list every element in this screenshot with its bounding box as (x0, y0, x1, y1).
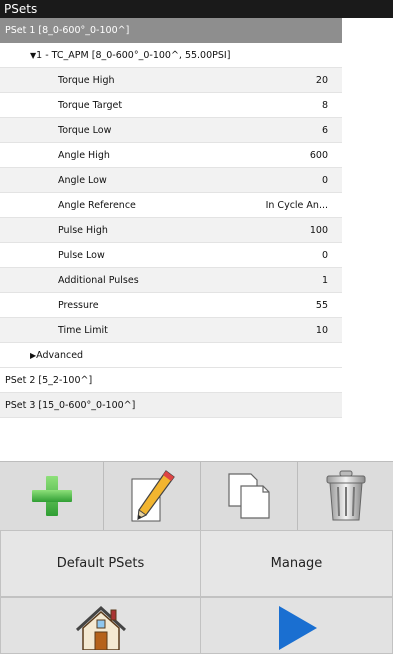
pset-label: PSet 1 [8_0-600°_0-100^] (5, 25, 130, 36)
param-row[interactable]: Time Limit 10 (0, 318, 342, 343)
pencil-icon (131, 470, 175, 522)
param-label: Torque High (58, 75, 115, 86)
param-row[interactable]: Torque Low 6 (0, 118, 342, 143)
param-value: 0 (321, 175, 328, 186)
manage-label: Manage (270, 556, 323, 571)
param-row[interactable]: Torque Target 8 (0, 93, 342, 118)
param-row[interactable]: Torque High 20 (0, 68, 342, 93)
param-value: In Cycle An... (265, 200, 328, 211)
advanced-row[interactable]: ▶Advanced (0, 343, 342, 368)
default-psets-button[interactable]: Default PSets (0, 530, 201, 597)
play-icon (278, 605, 317, 650)
param-label: Angle Low (58, 175, 107, 186)
pset-row-2[interactable]: PSet 2 [5_2-100^] (0, 368, 342, 393)
param-row[interactable]: Angle Low 0 (0, 168, 342, 193)
param-value: 6 (321, 125, 328, 136)
plus-icon (31, 476, 72, 516)
param-value: 55 (315, 300, 328, 311)
pset-label: PSet 3 [15_0-600°_0-100^] (5, 400, 136, 411)
pset-label: PSet 2 [5_2-100^] (5, 375, 93, 386)
param-row[interactable]: Pressure 55 (0, 293, 342, 318)
param-value: 100 (309, 225, 328, 236)
param-label: Time Limit (58, 325, 108, 336)
play-button[interactable] (200, 597, 393, 654)
delete-pset-button[interactable] (298, 462, 393, 530)
trash-icon (326, 470, 365, 521)
param-label: Torque Low (58, 125, 112, 136)
title-bar: PSets (0, 0, 393, 18)
param-row[interactable]: Pulse High 100 (0, 218, 342, 243)
param-value: 20 (315, 75, 328, 86)
copy-pset-button[interactable] (201, 462, 298, 530)
edit-pset-button[interactable] (104, 462, 201, 530)
step-label: 1 - TC_APM [8_0-600°_0-100^, 55.00PSI] (36, 50, 231, 61)
default-psets-label: Default PSets (56, 556, 145, 571)
param-row[interactable]: Pulse Low 0 (0, 243, 342, 268)
param-label: Pressure (58, 300, 99, 311)
param-value: 10 (315, 325, 328, 336)
param-label: Pulse Low (58, 250, 105, 261)
param-row[interactable]: Additional Pulses 1 (0, 268, 342, 293)
action-toolbar (0, 461, 393, 530)
param-label: Torque Target (58, 100, 123, 111)
param-label: Angle Reference (58, 200, 136, 211)
pset-row-1[interactable]: PSet 1 [8_0-600°_0-100^] (0, 18, 342, 43)
param-label: Angle High (58, 150, 110, 161)
param-row[interactable]: Angle High 600 (0, 143, 342, 168)
param-label: Pulse High (58, 225, 108, 236)
copy-icon (228, 473, 270, 519)
param-value: 1 (321, 275, 328, 286)
param-value: 600 (309, 150, 328, 161)
advanced-label: Advanced (36, 350, 84, 361)
param-row[interactable]: Angle Reference In Cycle An... (0, 193, 342, 218)
home-icon (75, 605, 126, 650)
home-button[interactable] (0, 597, 201, 654)
add-pset-button[interactable] (0, 462, 104, 530)
manage-button[interactable]: Manage (200, 530, 393, 597)
param-value: 8 (321, 100, 328, 111)
window-title: PSets (4, 2, 38, 16)
param-label: Additional Pulses (58, 275, 139, 286)
step-row-1[interactable]: ▼1 - TC_APM [8_0-600°_0-100^, 55.00PSI] (0, 43, 342, 68)
param-value: 0 (321, 250, 328, 261)
pset-row-3[interactable]: PSet 3 [15_0-600°_0-100^] (0, 393, 342, 418)
pset-list[interactable]: PSet 1 [8_0-600°_0-100^] ▼1 - TC_APM [8_… (0, 18, 342, 418)
